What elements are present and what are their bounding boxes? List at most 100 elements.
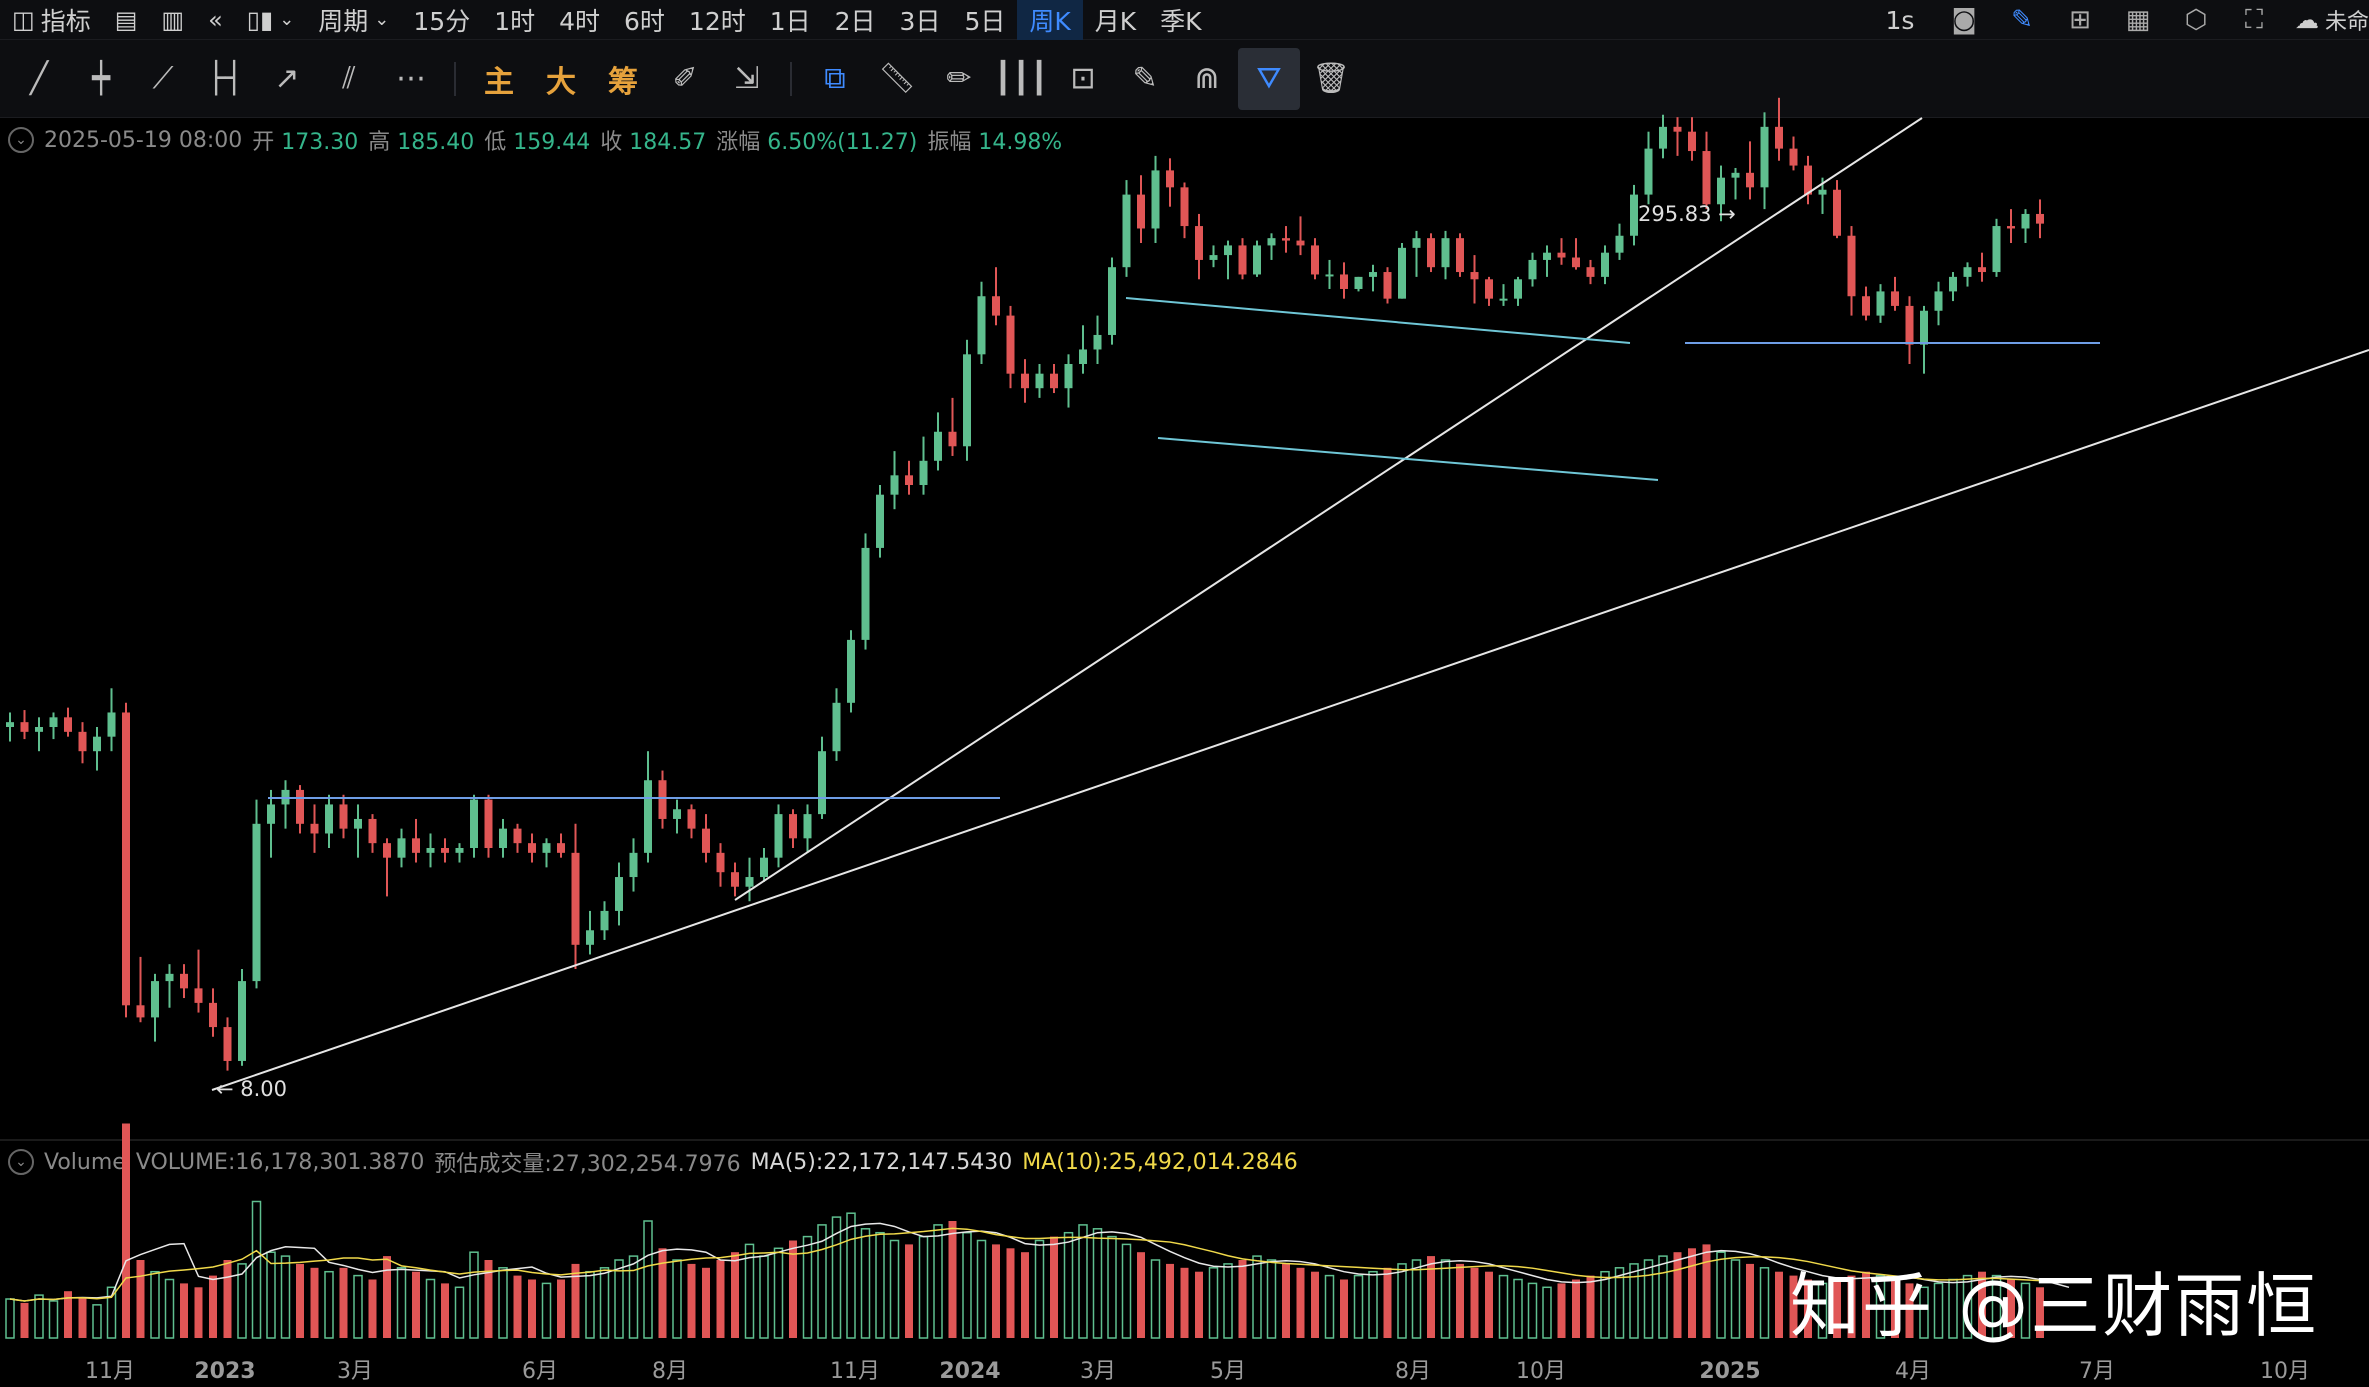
volume-bar[interactable]	[643, 1220, 653, 1339]
volume-bar[interactable]	[948, 1221, 957, 1338]
volume-bar[interactable]	[396, 1267, 407, 1339]
volume-bar[interactable]	[1397, 1263, 1407, 1339]
volume-bar[interactable]	[628, 1255, 639, 1339]
candle-body[interactable]	[1644, 148, 1653, 195]
volume-bar[interactable]	[92, 1304, 102, 1339]
candle-body[interactable]	[1760, 126, 1769, 188]
candle-body[interactable]	[1470, 272, 1479, 280]
volume-bar[interactable]	[498, 1267, 508, 1339]
candle-body[interactable]	[1383, 272, 1392, 299]
volume-bar[interactable]	[1180, 1267, 1189, 1338]
volume-bar[interactable]	[614, 1259, 624, 1339]
candle-body[interactable]	[1311, 245, 1319, 275]
candle-body[interactable]	[2007, 226, 2015, 229]
candle-body[interactable]	[803, 814, 812, 839]
volume-bar[interactable]	[1353, 1274, 1364, 1339]
volume-bar[interactable]	[889, 1239, 900, 1339]
candle-body[interactable]	[760, 857, 768, 878]
volume-bar[interactable]	[1542, 1286, 1552, 1339]
volume-bar[interactable]	[1324, 1274, 1335, 1339]
candle-body[interactable]	[629, 852, 638, 878]
volume-bar[interactable]	[150, 1270, 160, 1339]
candle-body[interactable]	[1702, 151, 1711, 205]
volume-bar[interactable]	[454, 1286, 465, 1339]
candle-body[interactable]	[1224, 245, 1232, 256]
candle-body[interactable]	[49, 717, 58, 727]
volume-bar[interactable]	[1137, 1252, 1145, 1338]
candle-body[interactable]	[1775, 126, 1783, 149]
candle-body[interactable]	[789, 814, 797, 839]
candle-body[interactable]	[1572, 257, 1580, 268]
volume-bar[interactable]	[716, 1260, 725, 1338]
volume-bar[interactable]	[1311, 1271, 1319, 1338]
volume-bar[interactable]	[5, 1298, 15, 1339]
volume-bar[interactable]	[860, 1228, 871, 1339]
candle-body[interactable]	[1195, 226, 1203, 260]
candle-body[interactable]	[919, 460, 928, 485]
candle-body[interactable]	[354, 818, 362, 829]
volume-bar[interactable]	[1006, 1248, 1015, 1338]
candle-body[interactable]	[64, 717, 72, 732]
candle-body[interactable]	[1296, 240, 1305, 246]
candle-body[interactable]	[209, 1002, 217, 1028]
candle-body[interactable]	[1238, 245, 1247, 275]
candle-body[interactable]	[1499, 298, 1508, 301]
volume-bar[interactable]	[310, 1267, 319, 1338]
volume-bar[interactable]	[296, 1263, 304, 1338]
volume-bar[interactable]	[528, 1279, 536, 1339]
volume-bar[interactable]	[1021, 1252, 1029, 1338]
candle-body[interactable]	[1108, 267, 1116, 335]
candle-body[interactable]	[35, 727, 43, 732]
volume-bar[interactable]	[34, 1294, 44, 1339]
candle-body[interactable]	[1717, 177, 1725, 205]
candle-body[interactable]	[180, 973, 188, 989]
candle-body[interactable]	[267, 804, 275, 824]
candle-body[interactable]	[731, 872, 739, 887]
candle-body[interactable]	[499, 828, 507, 848]
volume-bar[interactable]	[1340, 1279, 1348, 1339]
volume-bar[interactable]	[702, 1267, 710, 1338]
candle-body[interactable]	[1079, 349, 1087, 364]
candle-body[interactable]	[861, 547, 870, 640]
candle-body[interactable]	[687, 809, 696, 829]
candle-body[interactable]	[1021, 373, 1029, 389]
candle-body[interactable]	[745, 877, 754, 887]
volume-bar[interactable]	[180, 1283, 188, 1338]
candle-body[interactable]	[977, 296, 986, 355]
volume-bar[interactable]	[1600, 1270, 1610, 1339]
candle-body[interactable]	[383, 843, 391, 858]
candle-body[interactable]	[194, 988, 203, 1003]
candle-body[interactable]	[484, 799, 493, 848]
candle-body[interactable]	[455, 848, 464, 853]
volume-bar[interactable]	[599, 1267, 610, 1339]
candle-body[interactable]	[1673, 126, 1682, 132]
volume-bar[interactable]	[773, 1247, 784, 1339]
candle-body[interactable]	[948, 431, 957, 447]
volume-bar[interactable]	[324, 1270, 334, 1339]
candle-body[interactable]	[1253, 245, 1261, 275]
candle-body[interactable]	[513, 828, 522, 844]
volume-bar[interactable]	[585, 1270, 595, 1339]
candle-body[interactable]	[2036, 213, 2044, 224]
candle-body[interactable]	[1528, 259, 1537, 280]
volume-bar[interactable]	[1572, 1279, 1580, 1339]
volume-bar[interactable]	[992, 1244, 1000, 1338]
candle-body[interactable]	[1151, 170, 1160, 229]
candle-body[interactable]	[847, 639, 855, 703]
candle-body[interactable]	[832, 702, 841, 752]
candle-body[interactable]	[1731, 172, 1740, 178]
candle-body[interactable]	[1659, 126, 1667, 149]
volume-bar[interactable]	[658, 1248, 667, 1338]
candle-body[interactable]	[441, 848, 449, 853]
candle-body[interactable]	[702, 828, 710, 853]
candle-body[interactable]	[586, 930, 594, 945]
candle-body[interactable]	[1340, 274, 1348, 289]
volume-bar[interactable]	[1150, 1259, 1161, 1339]
candlestick-chart[interactable]: 295.83 → ← 8.00 11月 2023 3月 6月 8月 11月 2024 3月 5月…	[0, 0, 2369, 1387]
volume-bar[interactable]	[1411, 1259, 1422, 1339]
volume-bar[interactable]	[1368, 1270, 1378, 1339]
candle-body[interactable]	[542, 843, 551, 853]
candle-body[interactable]	[1412, 238, 1421, 248]
candle-body[interactable]	[1630, 194, 1638, 236]
volume-bar[interactable]	[1223, 1263, 1233, 1339]
